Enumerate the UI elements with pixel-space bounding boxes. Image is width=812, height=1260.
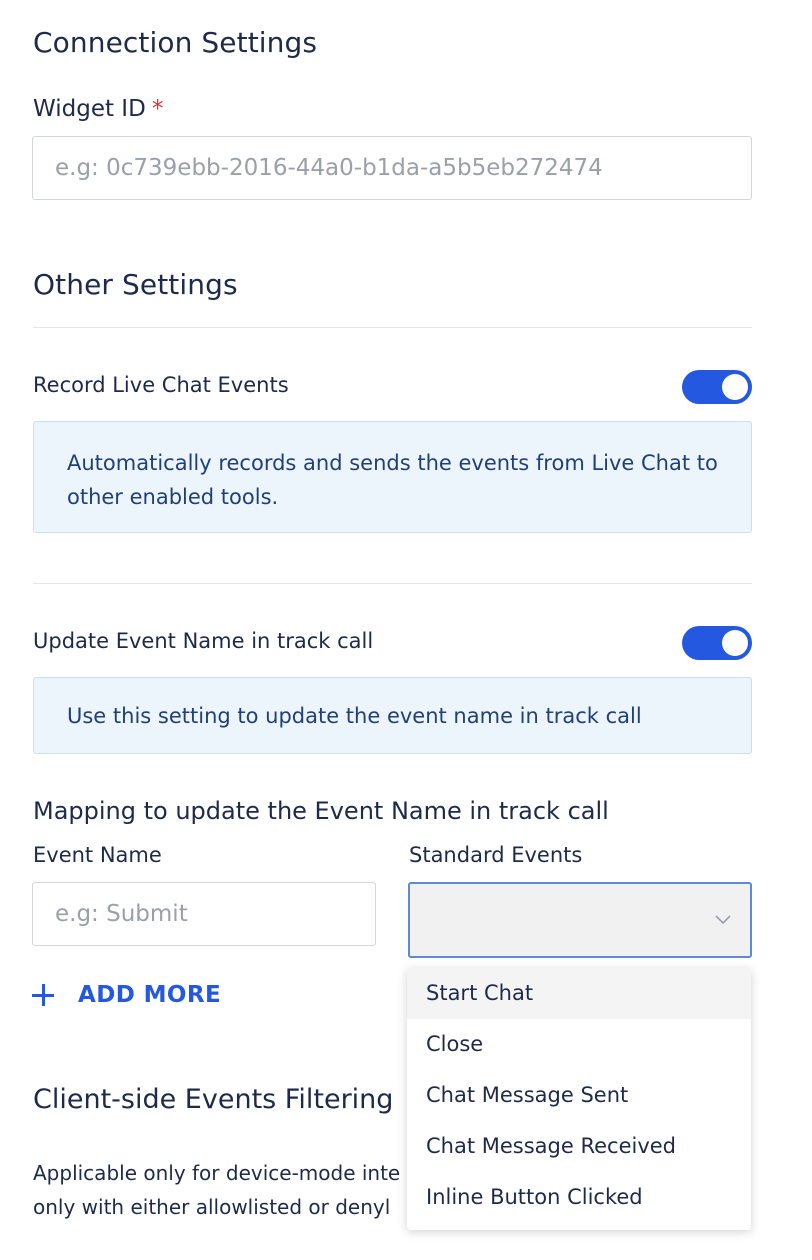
event-name-column-label: Event Name xyxy=(33,843,162,867)
update-event-name-info: Use this setting to update the event nam… xyxy=(33,677,752,754)
update-event-name-label: Update Event Name in track call xyxy=(33,629,374,653)
record-live-chat-toggle[interactable] xyxy=(682,370,752,404)
update-event-name-toggle[interactable] xyxy=(682,626,752,660)
settings-page: Connection Settings Widget ID* Other Set… xyxy=(0,0,812,1260)
divider xyxy=(33,327,752,328)
mapping-title: Mapping to update the Event Name in trac… xyxy=(33,797,609,825)
toggle-knob xyxy=(722,630,748,656)
event-name-input[interactable] xyxy=(32,882,376,946)
widget-id-label-text: Widget ID xyxy=(33,96,146,122)
client-desc-line-1: Applicable only for device-mode inte xyxy=(33,1161,401,1185)
toggle-knob xyxy=(722,374,748,400)
client-side-filtering-title: Client-side Events Filtering xyxy=(33,1084,394,1115)
record-live-chat-label: Record Live Chat Events xyxy=(33,373,289,397)
dropdown-option-chat-message-sent[interactable]: Chat Message Sent xyxy=(407,1070,751,1121)
widget-id-label: Widget ID * xyxy=(33,96,163,122)
dropdown-option-close[interactable]: Close xyxy=(407,1019,751,1070)
dropdown-option-inline-button-clicked[interactable]: Inline Button Clicked xyxy=(407,1172,751,1223)
client-desc-line-2: only with either allowlisted or denyl xyxy=(33,1195,391,1219)
other-settings-title: Other Settings xyxy=(33,268,238,301)
add-more-button[interactable]: ADD MORE xyxy=(32,982,221,1008)
record-live-chat-info: Automatically records and sends the even… xyxy=(33,421,752,533)
widget-id-input[interactable] xyxy=(32,136,752,200)
standard-events-dropdown: Start Chat Close Chat Message Sent Chat … xyxy=(407,968,751,1230)
dropdown-option-start-chat[interactable]: Start Chat xyxy=(407,968,751,1019)
add-more-label: ADD MORE xyxy=(78,982,222,1008)
plus-icon xyxy=(32,984,54,1006)
client-side-filtering-description: Applicable only for device-mode inte onl… xyxy=(33,1156,413,1224)
connection-settings-title: Connection Settings xyxy=(33,26,318,59)
dropdown-option-chat-message-received[interactable]: Chat Message Received xyxy=(407,1121,751,1172)
divider xyxy=(33,583,752,584)
chevron-down-icon xyxy=(715,915,731,925)
standard-events-select[interactable] xyxy=(408,882,752,958)
required-mark: * xyxy=(151,96,164,122)
standard-events-column-label: Standard Events xyxy=(409,843,583,867)
